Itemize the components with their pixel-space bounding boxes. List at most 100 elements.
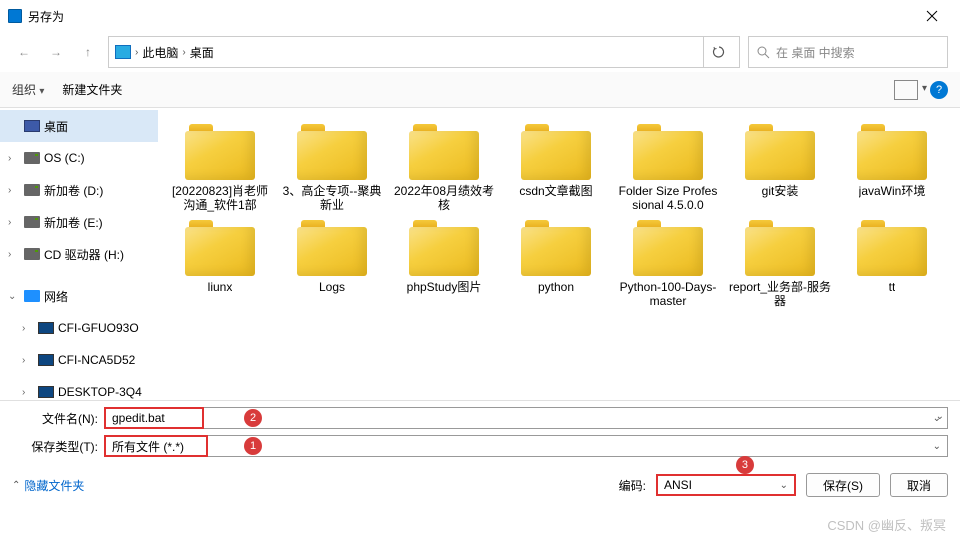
tree-label: CFI-GFUO93O (58, 321, 139, 335)
tree-label: DESKTOP-3Q4 (58, 385, 142, 399)
folder-item[interactable]: report_业务部-服务器 (724, 216, 836, 312)
folder-icon (409, 220, 479, 276)
tree-item[interactable]: ›新加卷 (D:) (0, 174, 158, 206)
folder-icon (185, 220, 255, 276)
folder-label: report_业务部-服务器 (728, 280, 832, 308)
titlebar: 另存为 (0, 0, 960, 32)
folder-label: Folder Size Professional 4.5.0.0 (616, 184, 720, 212)
tree-item[interactable]: ⌄网络 (0, 280, 158, 312)
up-button[interactable]: ↑ (76, 40, 100, 64)
close-button[interactable] (912, 1, 952, 31)
filetype-highlight: 所有文件 (*.*) (104, 435, 208, 457)
tree-item[interactable]: ›CFI-NCA5D52 (0, 344, 158, 376)
filetype-label: 保存类型(T): (12, 438, 104, 455)
folder-icon (297, 220, 367, 276)
folder-label: git安装 (762, 184, 799, 198)
tree-item[interactable]: ›DESKTOP-3Q4 (0, 376, 158, 400)
annotation-badge-2: 2 (244, 409, 262, 427)
app-icon (8, 9, 22, 23)
folder-item[interactable]: git安装 (724, 120, 836, 216)
folder-label: Python-100-Days-master (616, 280, 720, 308)
breadcrumb-pc[interactable]: 此电脑 (142, 44, 178, 61)
folder-item[interactable]: Python-100-Days-master (612, 216, 724, 312)
desk-icon (24, 120, 40, 132)
folder-label: csdn文章截图 (519, 184, 592, 198)
tree-label: 新加卷 (E:) (44, 214, 103, 231)
tree-label: CD 驱动器 (H:) (44, 246, 124, 263)
folder-item[interactable]: tt (836, 216, 948, 312)
watermark: CSDN @幽反、叛冥 (827, 515, 946, 534)
new-folder-button[interactable]: 新建文件夹 (62, 81, 122, 98)
annotation-badge-1: 1 (244, 437, 262, 455)
folder-icon (633, 220, 703, 276)
folder-label: python (538, 280, 574, 294)
window-title: 另存为 (28, 8, 64, 25)
drive-icon (24, 216, 40, 228)
folder-label: [20220823]肖老师沟通_软件1部 (168, 184, 272, 212)
folder-item[interactable]: liunx (164, 216, 276, 312)
folder-icon (409, 124, 479, 180)
search-input[interactable]: 在 桌面 中搜索 (748, 36, 948, 68)
filetype-combo[interactable]: ⌄ (104, 435, 948, 457)
tree-label: OS (C:) (44, 151, 85, 165)
folder-icon (745, 220, 815, 276)
search-placeholder: 在 桌面 中搜索 (776, 44, 855, 61)
footer: ⌃ 隐藏文件夹 编码: ANSI⌄ 3 保存(S) 取消 (0, 463, 960, 507)
file-grid: [20220823]肖老师沟通_软件1部3、高企专项--聚典新业2022年08月… (158, 108, 960, 400)
main-area: 桌面›OS (C:)›新加卷 (D:)›新加卷 (E:)›CD 驱动器 (H:)… (0, 108, 960, 400)
breadcrumb[interactable]: › 此电脑 › 桌面 (108, 36, 740, 68)
encoding-label: 编码: (619, 477, 646, 494)
tree-label: 新加卷 (D:) (44, 182, 103, 199)
folder-icon (521, 124, 591, 180)
folder-icon (745, 124, 815, 180)
breadcrumb-folder[interactable]: 桌面 (190, 44, 214, 61)
tree-item[interactable]: ›OS (C:) (0, 142, 158, 174)
tree-item[interactable]: ›CD 驱动器 (H:) (0, 238, 158, 270)
folder-icon (857, 124, 927, 180)
help-button[interactable]: ? (930, 81, 948, 99)
folder-item[interactable]: 2022年08月绩效考核 (388, 120, 500, 216)
organize-menu[interactable]: 组织 ▾ (12, 81, 44, 98)
mon-icon (38, 354, 54, 366)
hide-folders-link[interactable]: ⌃ 隐藏文件夹 (12, 477, 84, 494)
folder-item[interactable]: Logs (276, 216, 388, 312)
bottom-panel: 文件名(N): 2 ⌄ ⌄ 保存类型(T): ⌄ 所有文件 (*.*) 1 (0, 400, 960, 457)
drive-icon (24, 152, 40, 164)
folder-label: phpStudy图片 (407, 280, 482, 294)
folder-icon (185, 124, 255, 180)
back-button[interactable]: ← (12, 40, 36, 64)
toolbar: 组织 ▾ 新建文件夹 ▾ ? (0, 72, 960, 108)
pc-icon (115, 45, 131, 59)
folder-label: liunx (208, 280, 233, 294)
chevron-down-icon: ⌄ (933, 441, 941, 452)
save-button[interactable]: 保存(S) (806, 473, 880, 497)
mon-icon (38, 322, 54, 334)
net-icon (24, 290, 40, 302)
folder-item[interactable]: [20220823]肖老师沟通_软件1部 (164, 120, 276, 216)
drive-icon (24, 184, 40, 196)
folder-item[interactable]: 3、高企专项--聚典新业 (276, 120, 388, 216)
cancel-button[interactable]: 取消 (890, 473, 948, 497)
folder-label: javaWin环境 (859, 184, 926, 198)
mon-icon (38, 386, 54, 398)
folder-item[interactable]: phpStudy图片 (388, 216, 500, 312)
folder-item[interactable]: Folder Size Professional 4.5.0.0 (612, 120, 724, 216)
folder-item[interactable]: javaWin环境 (836, 120, 948, 216)
tree-label: CFI-NCA5D52 (58, 353, 135, 367)
encoding-combo[interactable]: ANSI⌄ (656, 474, 796, 496)
refresh-button[interactable] (703, 37, 733, 67)
filename-input[interactable] (104, 407, 204, 429)
forward-button[interactable]: → (44, 40, 68, 64)
view-button[interactable]: ▾ (894, 80, 918, 100)
folder-label: tt (889, 280, 896, 294)
tree-item[interactable]: ›CFI-GFUO93O (0, 312, 158, 344)
nav-row: ← → ↑ › 此电脑 › 桌面 在 桌面 中搜索 (0, 32, 960, 72)
tree-item[interactable]: ›新加卷 (E:) (0, 206, 158, 238)
folder-item[interactable]: csdn文章截图 (500, 120, 612, 216)
folder-item[interactable]: python (500, 216, 612, 312)
drive-icon (24, 248, 40, 260)
tree-item[interactable]: 桌面 (0, 110, 158, 142)
nav-tree: 桌面›OS (C:)›新加卷 (D:)›新加卷 (E:)›CD 驱动器 (H:)… (0, 108, 158, 400)
folder-icon (633, 124, 703, 180)
chevron-down-icon[interactable]: ⌄ (936, 411, 944, 422)
